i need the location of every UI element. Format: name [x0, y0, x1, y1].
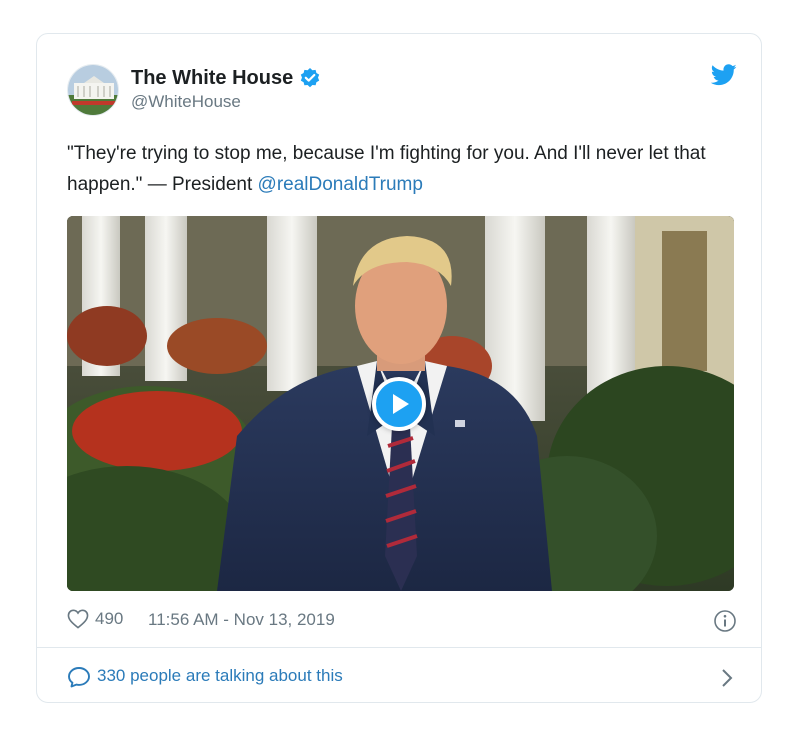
play-button[interactable]: [372, 377, 426, 431]
author-block[interactable]: The White House @WhiteHouse: [131, 66, 321, 113]
speech-bubble-icon: [68, 667, 90, 688]
info-icon[interactable]: [713, 609, 737, 633]
play-icon: [393, 394, 409, 414]
talking-about-label[interactable]: 330 people are talking about this: [97, 666, 343, 686]
embedded-tweet-card: The White House @WhiteHouse "They're try…: [36, 33, 762, 703]
heart-icon: [67, 609, 89, 629]
talking-about-link[interactable]: 330 people are talking about this: [67, 664, 737, 690]
like-count: 490: [95, 609, 124, 628]
author-name[interactable]: The White House: [131, 66, 321, 90]
timestamp-link[interactable]: 11:56 AM - Nov 13, 2019: [148, 610, 335, 630]
mention-link[interactable]: @realDonaldTrump: [258, 174, 423, 195]
divider: [37, 647, 761, 648]
twitter-bird-icon[interactable]: [710, 64, 737, 88]
verified-badge-icon: [299, 67, 321, 89]
author-name-text[interactable]: The White House: [131, 66, 293, 90]
author-handle[interactable]: @WhiteHouse: [131, 91, 321, 113]
like-button[interactable]: 490: [67, 609, 123, 629]
avatar[interactable]: [67, 64, 119, 116]
video-player[interactable]: [67, 216, 734, 591]
tweet-meta: 490 11:56 AM - Nov 13, 2019: [67, 609, 737, 633]
tweet-text: "They're trying to stop me, because I'm …: [67, 138, 732, 200]
chevron-right-icon: [722, 669, 733, 687]
tweet-header: The White House @WhiteHouse: [67, 64, 737, 120]
